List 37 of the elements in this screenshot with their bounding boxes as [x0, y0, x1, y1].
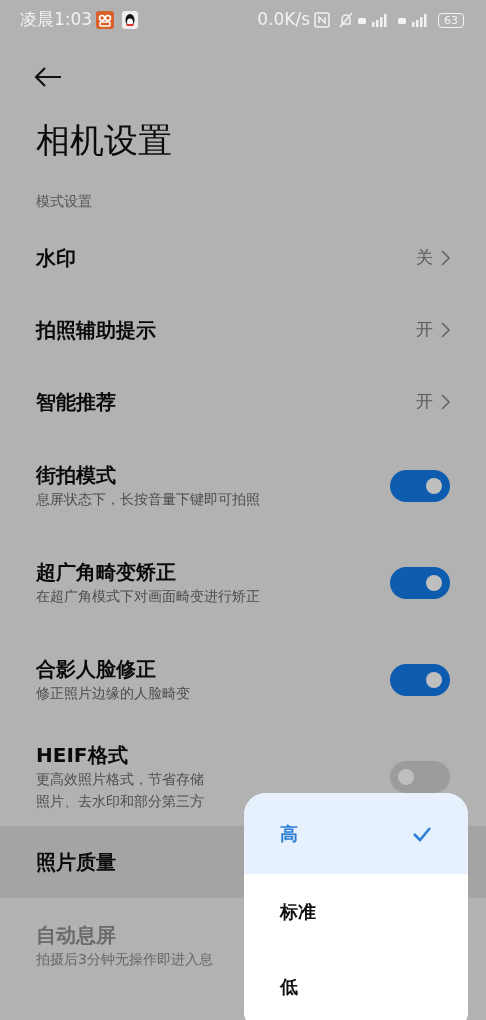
checkmark-icon: [412, 825, 432, 842]
toggle-switch[interactable]: [390, 664, 450, 697]
chevron-right-icon: [441, 393, 450, 410]
chevron-right-icon: [441, 249, 450, 266]
toggle-switch[interactable]: [390, 567, 450, 600]
setting-label: 合影人脸修正: [36, 656, 157, 683]
back-icon[interactable]: [34, 66, 62, 87]
setting-description: 更高效照片格式，节省存储: [36, 769, 205, 789]
setting-description: 拍摄后3分钟无操作即进入息: [36, 950, 214, 970]
nfc-icon: [314, 12, 330, 28]
setting-label: 超广角畸变矫正: [36, 559, 177, 586]
app-notification-icon: [96, 11, 115, 29]
setting-description: 在超广角模式下对画面畸变进行矫正: [36, 587, 261, 607]
menu-option[interactable]: 高: [244, 793, 468, 874]
setting-label: HEIF格式: [36, 741, 129, 768]
chevron-right-icon: [441, 321, 450, 338]
setting-label: 照片质量: [36, 848, 117, 875]
toggle-switch[interactable]: [390, 761, 450, 794]
setting-description: 修正照片边缘的人脸畸变: [36, 684, 191, 704]
setting-label: 水印: [36, 244, 77, 271]
network-speed: 0.0K/s: [257, 8, 310, 32]
setting-value: 关: [416, 246, 433, 270]
setting-value: 开: [416, 318, 433, 342]
toggle-switch[interactable]: [390, 470, 450, 503]
setting-label: 街拍模式: [36, 462, 117, 489]
setting-description: 照片、去水印和部分第三方: [36, 792, 205, 812]
status-time: 凌晨1:03: [20, 8, 93, 32]
bell-muted-icon: [338, 12, 354, 28]
battery-indicator: 63: [438, 12, 464, 28]
page-title: 相机设置: [35, 120, 173, 161]
setting-label: 拍照辅助提示: [36, 316, 157, 343]
setting-label: 自动息屏: [36, 922, 117, 949]
penguin-icon: [122, 11, 139, 29]
setting-value: 开: [416, 390, 433, 414]
setting-description: 息屏状态下，长按音量下键即可拍照: [36, 490, 261, 510]
setting-label: 智能推荐: [36, 388, 117, 415]
section-header: 模式设置: [35, 191, 93, 211]
